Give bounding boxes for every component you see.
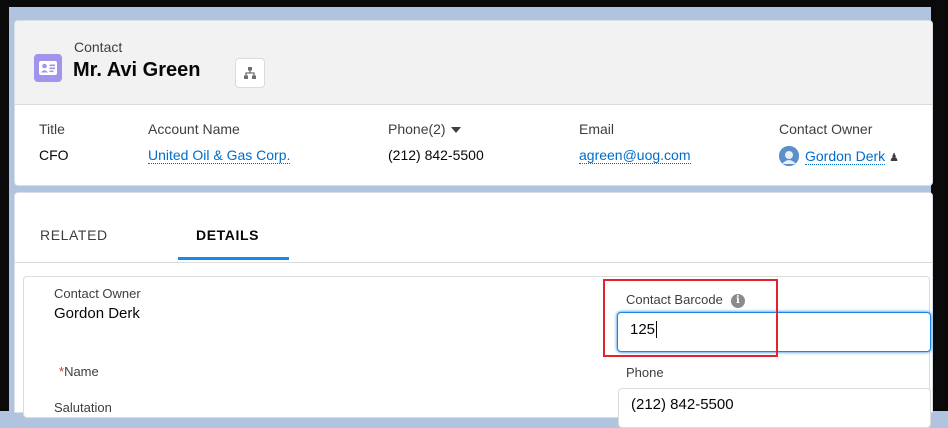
highlight-phone: Phone(2) (212) 842-5500 <box>388 121 484 163</box>
phone-input-value: (212) 842-5500 <box>631 396 734 413</box>
highlight-annotation-box <box>603 279 778 357</box>
account-name-link[interactable]: United Oil & Gas Corp. <box>148 147 291 164</box>
contact-owner-field-label: Contact Owner <box>54 286 141 301</box>
highlight-value: (212) 842-5500 <box>388 147 484 163</box>
hierarchy-icon <box>244 67 256 79</box>
caret-down-icon[interactable] <box>450 127 461 134</box>
screen-frame-left <box>0 0 9 411</box>
name-label-text: Name <box>64 364 99 379</box>
view-hierarchy-button[interactable] <box>235 58 265 88</box>
record-type-label: Contact <box>74 39 123 55</box>
highlight-label: Account Name <box>148 121 240 137</box>
record-name: Mr. Avi Green <box>73 59 201 81</box>
user-avatar-icon <box>779 146 799 166</box>
record-header: Contact Mr. Avi Green Title CFO Account … <box>14 20 933 186</box>
highlight-account-name: Account Name United Oil & Gas Corp. <box>148 121 291 164</box>
highlight-contact-owner: Contact Owner Gordon Derk ♟ <box>779 121 899 167</box>
contact-owner-field-value: Gordon Derk <box>54 305 140 322</box>
highlight-label: Contact Owner <box>779 121 873 137</box>
highlight-value: CFO <box>39 147 69 163</box>
screen-frame-right <box>931 0 948 411</box>
tab-details[interactable]: DETAILS <box>196 227 259 243</box>
contact-card-icon <box>34 54 62 82</box>
highlight-label: Title <box>39 121 65 137</box>
tab-bar: RELATED DETAILS <box>15 193 932 263</box>
change-owner-icon[interactable]: ♟ <box>889 151 899 164</box>
screen-frame-top <box>0 0 948 7</box>
highlight-label: Email <box>579 121 615 137</box>
contact-owner-link[interactable]: Gordon Derk <box>805 147 886 165</box>
highlight-email: Email agreen@uog.com <box>579 121 691 164</box>
email-link[interactable]: agreen@uog.com <box>579 147 691 164</box>
phone-input[interactable]: (212) 842-5500 <box>618 388 931 428</box>
highlight-label: Phone(2) <box>388 121 446 137</box>
salutation-field-label: Salutation <box>54 400 112 415</box>
highlight-title: Title CFO <box>39 121 69 163</box>
record-header-top: Contact Mr. Avi Green <box>15 21 932 105</box>
tab-related[interactable]: RELATED <box>40 227 108 243</box>
phone-field-label: Phone <box>626 365 664 380</box>
name-field-label: *Name <box>59 364 99 379</box>
active-tab-indicator <box>178 257 289 260</box>
